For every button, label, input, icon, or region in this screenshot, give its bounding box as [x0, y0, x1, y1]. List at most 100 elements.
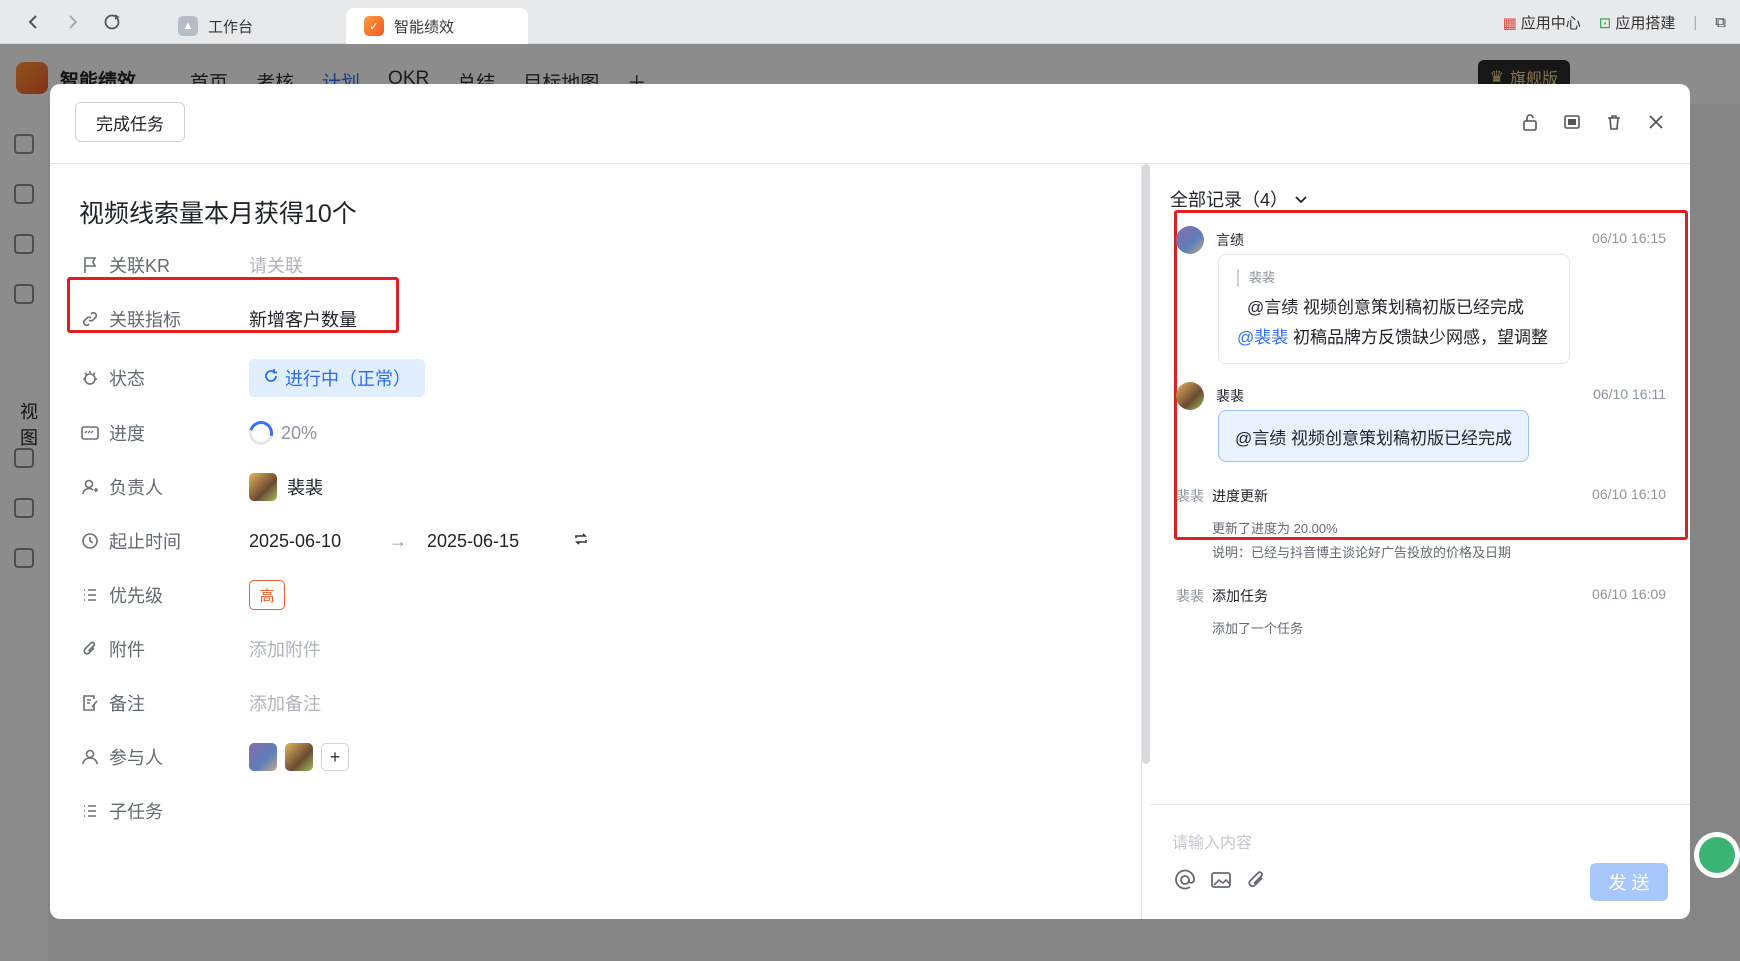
- list-icon: [79, 584, 101, 606]
- back-icon[interactable]: [22, 10, 46, 34]
- flag-icon: [79, 254, 101, 276]
- comment-item: 言绩 06/10 16:15 裴裴 @言绩 视频创意策划稿初版已经完成 @裴裴 …: [1176, 226, 1666, 370]
- avatar[interactable]: [249, 473, 277, 501]
- field-label: 参与人: [109, 748, 163, 768]
- user-icon: [79, 746, 101, 768]
- records-pane: 全部记录（4） 言绩 06/10 16:15 裴裴 @言绩 视频创意策划稿初版已…: [1150, 164, 1690, 919]
- at-icon[interactable]: [1174, 869, 1196, 897]
- comment-input[interactable]: 请输入内容: [1172, 829, 1252, 853]
- task-detail-modal: 完成任务 视频线索量本月获得10个 关联KR 请关联 关联指标 新增客户数量 状…: [50, 84, 1690, 919]
- clock-icon: [79, 530, 101, 552]
- field-priority: 优先级 高: [79, 580, 285, 610]
- app-builder-link[interactable]: ⊡ 应用搭建: [1599, 12, 1676, 33]
- field-attachment: 附件 添加附件: [79, 634, 321, 664]
- task-detail-pane: 视频线索量本月获得10个 关联KR 请关联 关联指标 新增客户数量 状态 进行中…: [50, 164, 1142, 919]
- field-dates: 起止时间 2025-06-10 → 2025-06-15: [79, 526, 589, 556]
- avatar: [1176, 226, 1204, 254]
- quote-author: 裴裴: [1237, 269, 1275, 287]
- field-progress: 进度 20%: [79, 416, 317, 450]
- comment-composer: 请输入内容 发 送: [1150, 804, 1690, 919]
- field-label: 备注: [109, 694, 145, 714]
- comment-author: 裴裴: [1216, 388, 1244, 404]
- activity-time: 06/10 16:10: [1592, 486, 1666, 502]
- paperclip-icon[interactable]: [1246, 869, 1268, 897]
- tab-label: 工作台: [208, 18, 254, 36]
- refresh-status-icon: [263, 368, 279, 389]
- chevron-down-icon: [1294, 189, 1308, 210]
- comment-bubble[interactable]: @言绩 视频创意策划稿初版已经完成: [1218, 410, 1529, 462]
- activity-detail: 添加了一个任务: [1212, 621, 1304, 636]
- composer-tools: [1174, 869, 1268, 897]
- field-label: 附件: [109, 640, 145, 660]
- tab-workbench[interactable]: ▲ 工作台: [160, 8, 271, 44]
- activity-item: 裴裴 添加任务 06/10 16:09 添加了一个任务: [1176, 586, 1666, 646]
- code-icon: ⊡: [1598, 14, 1612, 32]
- field-subtasks: 子任务: [79, 796, 249, 826]
- field-label: 优先级: [109, 586, 163, 606]
- refresh-icon[interactable]: [100, 10, 124, 34]
- field-label: 负责人: [109, 478, 163, 498]
- floating-assistant-icon[interactable]: [1694, 832, 1740, 878]
- note-icon: [79, 692, 101, 714]
- fullscreen-icon[interactable]: [1562, 112, 1582, 132]
- avatar[interactable]: [249, 743, 277, 771]
- field-label: 进度: [109, 424, 145, 444]
- activity-detail: 更新了进度为 20.00%: [1212, 521, 1338, 536]
- comment-time: 06/10 16:11: [1593, 386, 1666, 402]
- field-label: 关联KR: [109, 256, 171, 276]
- send-button[interactable]: 发 送: [1590, 863, 1668, 901]
- add-attachment-button[interactable]: 添加附件: [249, 636, 321, 662]
- activity-time: 06/10 16:09: [1592, 586, 1666, 602]
- comment-author: 言绩: [1216, 232, 1244, 248]
- activity-action: 进度更新: [1212, 488, 1268, 504]
- end-date[interactable]: 2025-06-15: [427, 531, 573, 552]
- open-external-icon[interactable]: ⧉: [1715, 14, 1726, 31]
- image-icon[interactable]: [1210, 869, 1232, 897]
- activity-item: 裴裴 进度更新 06/10 16:10 更新了进度为 20.00% 说明：已经与…: [1176, 486, 1666, 560]
- field-label: 起止时间: [109, 532, 181, 552]
- activity-action: 添加任务: [1212, 588, 1268, 604]
- activity-detail: 说明：已经与抖音博主谈论好广告投放的价格及日期: [1212, 545, 1512, 560]
- progress-icon: [79, 422, 101, 444]
- priority-badge[interactable]: 高: [249, 580, 285, 610]
- delete-icon[interactable]: [1604, 112, 1624, 132]
- repeat-icon[interactable]: [573, 531, 589, 552]
- status-badge[interactable]: 进行中（正常）: [249, 359, 425, 397]
- scrollbar[interactable]: [1142, 164, 1150, 764]
- grid-icon: ▦: [1502, 14, 1517, 32]
- related-kr-input[interactable]: 请关联: [249, 252, 303, 278]
- reply-card[interactable]: 裴裴 @言绩 视频创意策划稿初版已经完成 @裴裴 初稿品牌方反馈缺少网感，望调整: [1218, 254, 1570, 364]
- progress-ring[interactable]: [244, 416, 278, 450]
- start-date[interactable]: 2025-06-10: [249, 531, 389, 552]
- tab-label: 智能绩效: [394, 18, 455, 36]
- close-icon[interactable]: [1646, 112, 1666, 132]
- forward-icon[interactable]: [60, 10, 84, 34]
- tab-smart-performance[interactable]: ✓ 智能绩效: [346, 8, 528, 44]
- owner-name[interactable]: 裴裴: [287, 474, 323, 500]
- records-filter[interactable]: 全部记录（4）: [1170, 186, 1308, 212]
- activity-user: 裴裴: [1176, 588, 1204, 604]
- lock-icon[interactable]: [1520, 112, 1540, 132]
- add-participant-button[interactable]: +: [321, 743, 349, 771]
- divider: |: [1693, 14, 1698, 31]
- date-arrow: →: [389, 530, 407, 551]
- paperclip-icon: [79, 638, 101, 660]
- list-icon: [79, 800, 101, 822]
- progress-value[interactable]: 20%: [281, 423, 317, 444]
- task-title[interactable]: 视频线索量本月获得10个: [79, 194, 357, 230]
- field-related-kr: 关联KR 请关联: [79, 250, 303, 280]
- comment-time: 06/10 16:15: [1592, 230, 1666, 246]
- app-favicon-icon: ✓: [364, 16, 384, 36]
- add-note-input[interactable]: 添加备注: [249, 690, 321, 716]
- avatar[interactable]: [285, 743, 313, 771]
- browser-bar: ▲ 工作台 ✓ 智能绩效 ▦ 应用中心 ⊡ 应用搭建 | ⧉: [0, 0, 1740, 44]
- highlight-box: [67, 277, 399, 333]
- mention-link[interactable]: @裴裴: [1237, 328, 1288, 347]
- field-status: 状态 进行中（正常）: [79, 358, 425, 398]
- complete-task-button[interactable]: 完成任务: [75, 102, 185, 142]
- field-label: 子任务: [109, 802, 163, 822]
- field-participants: 参与人 +: [79, 742, 349, 772]
- top-right-links: ▦ 应用中心 ⊡ 应用搭建 | ⧉: [1503, 12, 1726, 33]
- app-center-link[interactable]: ▦ 应用中心: [1503, 12, 1581, 33]
- quoted-text: @言绩 视频创意策划稿初版已经完成: [1247, 298, 1524, 317]
